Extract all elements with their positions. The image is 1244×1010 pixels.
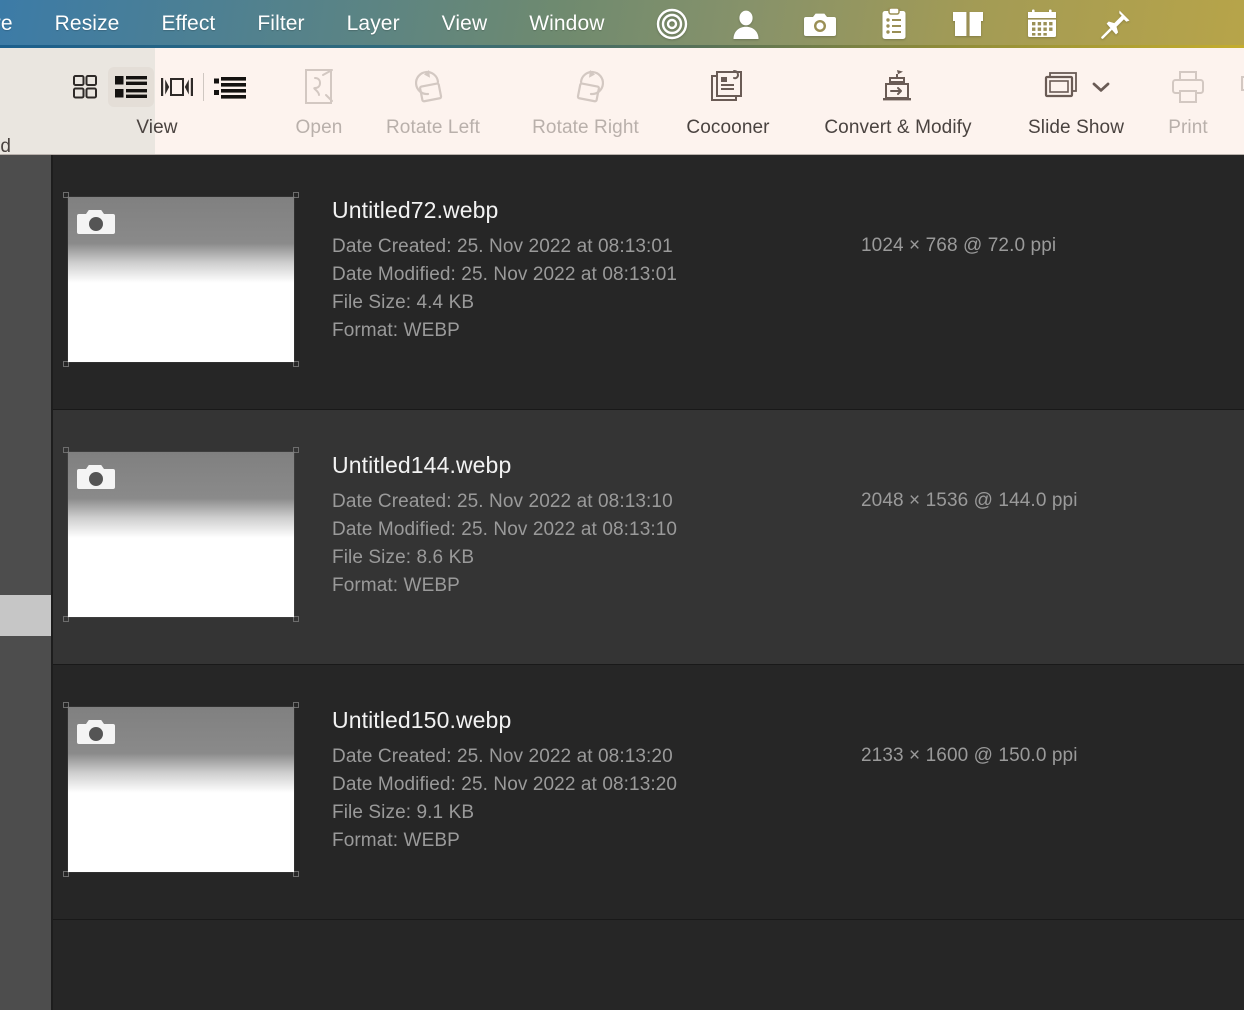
cocooner-label: Cocooner [686, 117, 770, 138]
view-mode-segmented-control [62, 64, 253, 110]
view-group-label: View [136, 117, 178, 138]
camera-placeholder-icon [77, 462, 117, 492]
menu-item-filter[interactable]: Filter [257, 12, 304, 36]
slide-show-label: Slide Show [1027, 117, 1125, 138]
toolbar-group-convert-modify[interactable]: Convert & Modify [803, 48, 993, 154]
convert-modify-label: Convert & Modify [824, 117, 972, 138]
toolbar-group-open[interactable]: Open [265, 48, 373, 154]
view-filmstrip-button[interactable] [154, 67, 200, 107]
file-date-created: Date Created: 25. Nov 2022 at 08:13:10 [332, 491, 673, 512]
file-name: Untitled144.webp [332, 452, 512, 478]
menu-item-view[interactable]: View [442, 12, 488, 36]
view-icons-button[interactable] [62, 67, 108, 107]
convert-modify-icon [875, 64, 921, 110]
slideshow-icon [1041, 68, 1081, 106]
cocooner-icon [707, 64, 749, 110]
clipboard-icon[interactable] [877, 7, 911, 41]
toolbar-group-slide-show[interactable]: Slide Show [1010, 48, 1142, 154]
print-label: Print [1168, 117, 1208, 138]
thumbnail-container[interactable] [63, 702, 299, 877]
table-row[interactable]: Untitled72.webp Date Created: 25. Nov 20… [53, 155, 1244, 410]
slideshow-glyph-row [1041, 64, 1111, 110]
view-list-button[interactable] [107, 67, 154, 107]
file-format: Format: WEBP [332, 575, 460, 597]
view-details-button[interactable] [207, 67, 253, 107]
file-format: Format: WEBP [332, 320, 460, 342]
rotate-right-label: Rotate Right [532, 117, 639, 138]
file-size: File Size: 9.1 KB [332, 802, 475, 824]
open-document-icon [299, 64, 339, 110]
file-name: Untitled72.webp [332, 197, 499, 223]
toolbar-group-view: View [48, 48, 266, 154]
menu-item-layer[interactable]: Layer [347, 12, 400, 36]
toolbar-group-print[interactable]: Print [1145, 48, 1231, 154]
menu-bar: ure Resize Effect Filter Layer View Wind… [0, 0, 1244, 48]
person-icon[interactable] [729, 7, 763, 41]
file-date-modified: Date Modified: 25. Nov 2022 at 08:13:20 [332, 774, 678, 796]
toolbar-group-rotate-right[interactable]: Rotate Right [518, 48, 653, 154]
rotate-right-icon [563, 64, 609, 110]
clipped-right-icon [1238, 64, 1244, 110]
file-thumbnail [68, 197, 294, 362]
file-dimensions: 2133 × 1600 @ 150.0 ppi [861, 745, 1078, 766]
sidebar-resize-handle[interactable] [0, 595, 51, 636]
toolbar-group-clipped-right[interactable] [1228, 48, 1244, 154]
toolbar-separator [202, 73, 204, 101]
camera-icon[interactable] [803, 7, 837, 41]
file-metadata: Untitled150.webp Date Created: 25. Nov 2… [332, 707, 1244, 855]
chevron-down-icon[interactable] [1091, 80, 1111, 94]
calendar-icon[interactable] [1025, 7, 1059, 41]
menu-item-window[interactable]: Window [529, 12, 604, 36]
table-row[interactable]: Untitled144.webp Date Created: 25. Nov 2… [53, 410, 1244, 665]
table-row[interactable]: Untitled150.webp Date Created: 25. Nov 2… [53, 665, 1244, 920]
file-dimensions: 1024 × 768 @ 72.0 ppi [861, 235, 1057, 256]
file-list[interactable]: Untitled72.webp Date Created: 25. Nov 20… [53, 155, 1244, 1010]
file-thumbnail [68, 452, 294, 617]
toolbar-group-cocooner[interactable]: Cocooner [668, 48, 788, 154]
menu-items: ure Resize Effect Filter Layer View Wind… [0, 12, 647, 36]
pin-icon[interactable] [1099, 7, 1133, 41]
file-metadata: Untitled72.webp Date Created: 25. Nov 20… [332, 197, 1244, 345]
menu-item-effect[interactable]: Effect [161, 12, 215, 36]
rotate-left-icon [410, 64, 456, 110]
file-name: Untitled150.webp [332, 707, 512, 733]
file-date-modified: Date Modified: 25. Nov 2022 at 08:13:10 [332, 519, 678, 541]
file-metadata: Untitled144.webp Date Created: 25. Nov 2… [332, 452, 1244, 600]
file-size: File Size: 4.4 KB [332, 292, 475, 314]
thumbnail-container[interactable] [63, 192, 299, 367]
camera-placeholder-icon [77, 717, 117, 747]
toolbar-group-rotate-left[interactable]: Rotate Left [370, 48, 496, 154]
file-date-created: Date Created: 25. Nov 2022 at 08:13:20 [332, 746, 673, 767]
target-icon[interactable] [655, 7, 689, 41]
box-icon[interactable] [951, 7, 985, 41]
open-button-label: Open [295, 117, 343, 138]
camera-placeholder-icon [77, 207, 117, 237]
rotate-left-label: Rotate Left [385, 117, 481, 138]
toolbar: rd [0, 48, 1244, 155]
file-date-created: Date Created: 25. Nov 2022 at 08:13:01 [332, 236, 673, 257]
file-size: File Size: 8.6 KB [332, 547, 475, 569]
file-thumbnail [68, 707, 294, 872]
thumbnail-container[interactable] [63, 447, 299, 622]
toolbar-clipped-label: rd [0, 136, 12, 155]
file-dimensions: 2048 × 1536 @ 144.0 ppi [861, 490, 1078, 511]
file-format: Format: WEBP [332, 830, 460, 852]
menu-bar-icons [655, 7, 1133, 41]
printer-icon [1166, 64, 1210, 110]
sidebar[interactable] [0, 155, 51, 1010]
file-date-modified: Date Modified: 25. Nov 2022 at 08:13:01 [332, 264, 678, 286]
menu-item-picture[interactable]: ure [0, 12, 13, 36]
menu-item-resize[interactable]: Resize [55, 12, 120, 36]
